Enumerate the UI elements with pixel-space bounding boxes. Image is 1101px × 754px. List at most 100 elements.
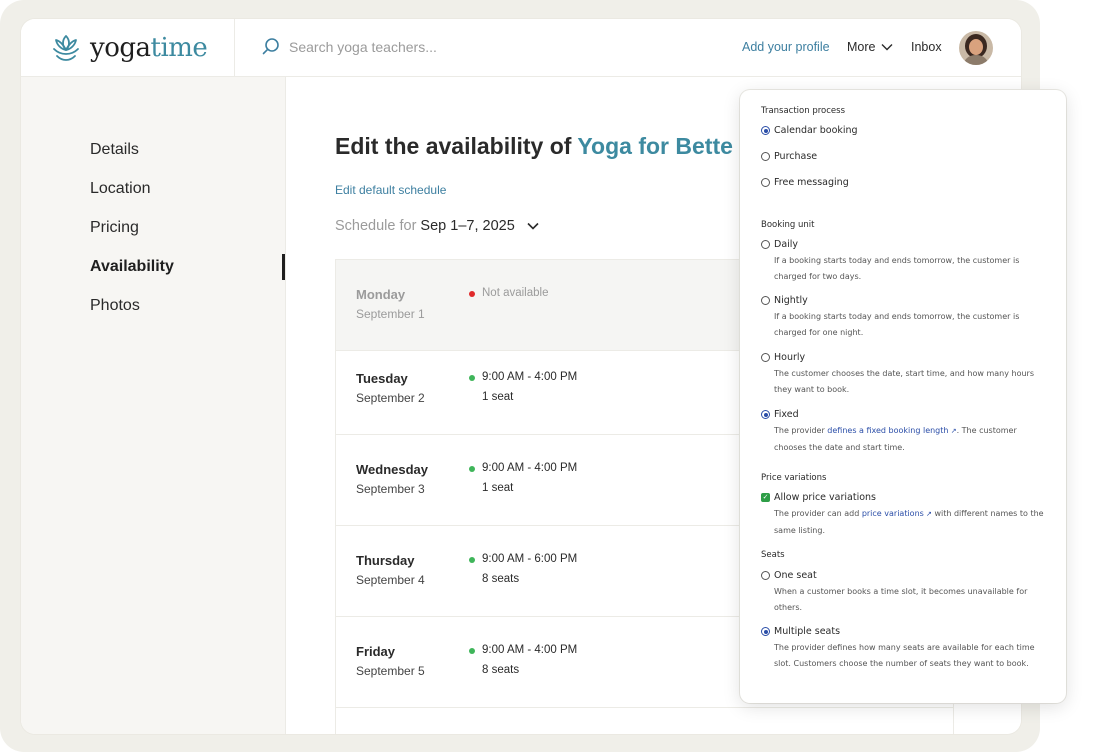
more-label: More (847, 40, 876, 54)
day-date: September 4 (356, 573, 425, 587)
sidebar-item-photos[interactable]: Photos (90, 297, 140, 315)
slot-time: 9:00 AM - 4:00 PM (482, 644, 578, 656)
option-label: Fixed (774, 409, 799, 420)
radio-free-messaging[interactable]: Free messaging (761, 177, 849, 188)
price-variations-label: Price variations (761, 473, 827, 483)
chevron-down-icon (881, 44, 893, 51)
listing-name: Yoga for Bette (577, 133, 733, 159)
radio-icon (761, 152, 770, 161)
unavailable-dot-icon (469, 291, 475, 297)
available-dot-icon (469, 557, 475, 563)
hourly-description: The customer chooses the date, start tim… (774, 369, 1035, 394)
user-avatar-icon (959, 31, 993, 65)
radio-icon (761, 571, 770, 580)
radio-daily[interactable]: Daily (761, 239, 798, 250)
day-date: September 5 (356, 664, 425, 678)
checkbox-allow-price-variations[interactable]: ✓ Allow price variations (761, 492, 876, 503)
sidebar-item-location[interactable]: Location (90, 180, 151, 198)
schedule-range: Sep 1–7, 2025 (420, 218, 515, 234)
page-title-prefix: Edit the availability of (335, 133, 578, 159)
day-name: Thursday (356, 553, 415, 568)
chevron-down-icon (527, 222, 539, 230)
slot-seats: 1 seat (482, 391, 514, 403)
radio-selected-icon (761, 126, 770, 135)
option-label: Calendar booking (774, 125, 858, 136)
radio-selected-icon (761, 627, 770, 636)
slot-seats: 1 seat (482, 482, 514, 494)
page-title: Edit the availability of Yoga for Bette (335, 133, 733, 160)
schedule-range-selector[interactable]: Schedule for Sep 1–7, 2025 (335, 218, 539, 234)
radio-fixed[interactable]: Fixed (761, 409, 799, 420)
option-label: Multiple seats (774, 626, 841, 637)
radio-hourly[interactable]: Hourly (761, 352, 805, 363)
available-dot-icon (469, 466, 475, 472)
option-label: Free messaging (774, 177, 849, 188)
slot-time: 9:00 AM - 4:00 PM (482, 462, 578, 474)
day-name: Tuesday (356, 371, 408, 386)
booking-unit-label: Booking unit (761, 220, 815, 230)
available-dot-icon (469, 648, 475, 654)
radio-purchase[interactable]: Purchase (761, 151, 817, 162)
logo-text: yogatime (90, 33, 208, 63)
day-date: September 1 (356, 307, 425, 321)
top-bar: yogatime Add your profile More Inbox (21, 19, 1021, 77)
option-label: Nightly (774, 295, 808, 306)
external-link-icon: ↗ (923, 510, 932, 518)
fixed-booking-length-link[interactable]: defines a fixed booking length (827, 426, 948, 435)
option-label: Purchase (774, 151, 818, 162)
slot-seats: 8 seats (482, 573, 520, 585)
radio-one-seat[interactable]: One seat (761, 570, 817, 581)
option-label: Allow price variations (774, 492, 876, 503)
radio-icon (761, 178, 770, 187)
day-name: Friday (356, 644, 396, 659)
search-bar (261, 37, 529, 57)
option-label: Hourly (774, 352, 806, 363)
radio-nightly[interactable]: Nightly (761, 295, 808, 306)
day-date: September 2 (356, 391, 425, 405)
radio-multiple-seats[interactable]: Multiple seats (761, 626, 840, 637)
inbox-link[interactable]: Inbox (911, 40, 942, 54)
edit-default-schedule-link[interactable]: Edit default schedule (335, 183, 446, 197)
logo-text-main: yoga (90, 33, 151, 63)
nightly-description: If a booking starts today and ends tomor… (774, 312, 1020, 337)
price-desc-a: The provider can add (774, 509, 862, 518)
avatar[interactable] (959, 31, 993, 65)
multiple-seats-description: The provider defines how many seats are … (774, 643, 1035, 668)
search-icon (262, 38, 279, 55)
sidebar: Details Location Pricing Availability Ph… (21, 77, 286, 734)
logo[interactable]: yogatime (50, 31, 208, 65)
available-dot-icon (469, 375, 475, 381)
radio-icon (761, 240, 770, 249)
radio-icon (761, 296, 770, 305)
slot-seats: 8 seats (482, 664, 520, 676)
daily-description: If a booking starts today and ends tomor… (774, 256, 1020, 281)
transaction-settings-panel: Transaction process Calendar booking Pur… (740, 90, 1066, 703)
radio-icon (761, 353, 770, 362)
lotus-icon (53, 35, 79, 61)
sidebar-item-availability[interactable]: Availability (90, 258, 174, 276)
fixed-desc-a: The provider (774, 426, 828, 435)
checkmark-icon: ✓ (761, 493, 770, 502)
active-indicator (282, 254, 285, 280)
day-name: Monday (356, 287, 406, 302)
radio-calendar-booking[interactable]: Calendar booking (761, 125, 858, 136)
radio-selected-icon (761, 410, 770, 419)
more-menu-button[interactable]: More (847, 40, 893, 54)
fixed-description: The provider defines a fixed booking len… (774, 423, 1044, 455)
day-name: Wednesday (356, 462, 429, 477)
add-profile-link[interactable]: Add your profile (742, 40, 830, 54)
search-input[interactable] (289, 39, 529, 55)
logo-text-accent: time (150, 33, 208, 63)
seats-label: Seats (761, 550, 785, 560)
header-divider (234, 19, 235, 77)
sidebar-item-pricing[interactable]: Pricing (90, 219, 139, 237)
external-link-icon: ↗ (948, 427, 957, 435)
sidebar-item-details[interactable]: Details (90, 141, 139, 159)
price-variations-description: The provider can add price variations ↗ … (774, 506, 1044, 538)
option-label: Daily (774, 239, 799, 250)
price-variations-link[interactable]: price variations (862, 509, 924, 518)
day-date: September 3 (356, 482, 425, 496)
option-label: One seat (774, 570, 817, 581)
slot-time: Not available (482, 287, 549, 299)
schedule-for-label: Schedule for (335, 218, 417, 234)
